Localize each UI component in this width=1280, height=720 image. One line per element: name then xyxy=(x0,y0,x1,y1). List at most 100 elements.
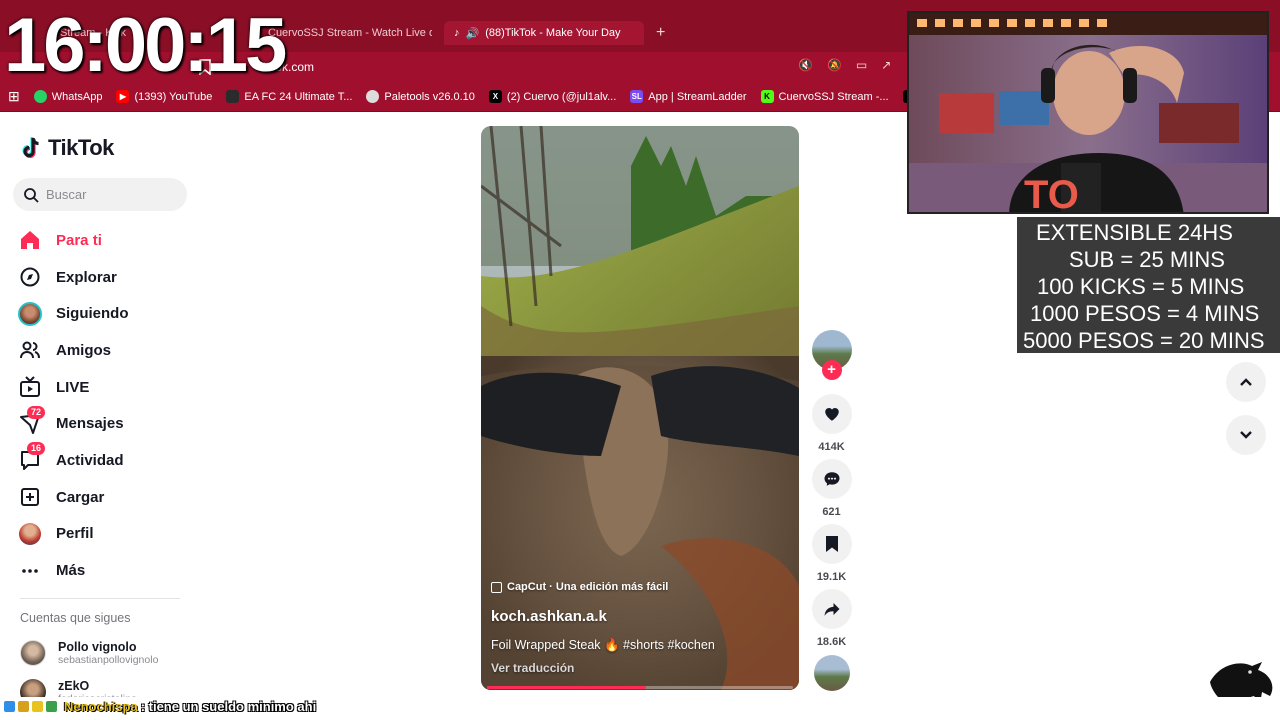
info-line: EXTENSIBLE 24HS xyxy=(1036,220,1233,245)
sidebar-item-label: LIVE xyxy=(56,378,90,396)
og-badge-icon xyxy=(32,700,43,712)
profile-avatar-icon xyxy=(18,522,42,546)
subscriber-badge-icon xyxy=(46,700,57,712)
bookmark-label: Paletools v26.0.10 xyxy=(384,90,475,103)
address-bar-icons: 🔇 🔕 ▭ ↗ xyxy=(798,58,891,72)
sidebar-item-actividad[interactable]: 16 Actividad xyxy=(18,442,198,479)
bookmark-whatsapp[interactable]: WhatsApp xyxy=(33,90,103,103)
search-box[interactable] xyxy=(13,178,187,211)
sidebar-item-label: Mensajes xyxy=(56,415,124,433)
more-icon xyxy=(18,559,42,583)
bookmark-label: WhatsApp xyxy=(51,90,103,103)
following-account[interactable]: Pollo vignolo sebastianpollovignolo xyxy=(20,640,158,666)
comment-button[interactable] xyxy=(811,459,852,499)
bookmark-ea-fc[interactable]: EA FC 24 Ultimate T... xyxy=(226,90,352,103)
next-video-button[interactable] xyxy=(1226,415,1266,455)
like-action[interactable]: 414K xyxy=(811,394,852,453)
tab-tiktok[interactable]: ♪ 🔊 (88)TikTok - Make Your Day ✕ xyxy=(444,21,644,45)
globe-icon xyxy=(366,90,380,103)
account-name: zEkO xyxy=(58,679,90,693)
save-count: 19.1K xyxy=(816,571,847,583)
activity-badge: 16 xyxy=(27,442,46,456)
share-button[interactable] xyxy=(811,589,852,629)
sidebar-item-live[interactable]: LIVE xyxy=(18,369,198,406)
video-progress-fill xyxy=(487,686,646,689)
bookmark-label: App | StreamLadder xyxy=(648,90,747,103)
chat-username: Nenochispa xyxy=(64,698,138,714)
sidebar-item-para-ti[interactable]: Para ti xyxy=(18,222,198,259)
bookmark-streamladder[interactable]: SL App | StreamLadder xyxy=(630,90,747,103)
bookmark-x-cuervo[interactable]: X (2) Cuervo (@jul1alv... xyxy=(488,90,616,103)
sidebar-item-explorar[interactable]: Explorar xyxy=(18,259,198,296)
search-icon xyxy=(24,187,39,203)
search-input[interactable] xyxy=(46,187,176,202)
logo-text: TikTok xyxy=(48,135,114,160)
bookmark-paletools[interactable]: Paletools v26.0.10 xyxy=(366,90,475,103)
comment-action[interactable]: 621 xyxy=(811,459,852,518)
share-arrow-icon xyxy=(824,603,839,616)
bookmark-kick-stream[interactable]: K CuervoSSJ Stream -... xyxy=(760,90,889,103)
vip-badge-icon xyxy=(18,700,29,712)
info-line: 1000 PESOS = 4 MINS xyxy=(1030,301,1260,326)
x-icon: X xyxy=(488,90,502,103)
capcut-icon xyxy=(491,581,502,593)
creator-avatar-group[interactable]: + xyxy=(811,330,852,380)
compass-icon xyxy=(18,265,42,289)
sidebar-item-label: Más xyxy=(56,562,86,580)
follow-plus-icon[interactable]: + xyxy=(821,360,842,380)
notifications-off-icon[interactable]: 🔕 xyxy=(827,58,842,72)
tiktok-note-icon xyxy=(22,137,39,159)
video-caption: Foil Wrapped Steak 🔥 #shorts #kochen xyxy=(491,638,715,652)
subathon-info-box: EXTENSIBLE 24HS SUB = 25 MINS 100 KICKS … xyxy=(1017,217,1280,353)
info-line: 100 KICKS = 5 MINS xyxy=(1037,274,1245,299)
webcam-overlay: TO xyxy=(907,11,1269,214)
mute-icon[interactable]: 🔇 xyxy=(798,58,813,72)
bookmark-label: (1393) YouTube xyxy=(134,90,213,103)
share-count: 18.6K xyxy=(816,636,847,648)
sidebar-item-mensajes[interactable]: 72 Mensajes xyxy=(18,405,198,442)
tab-label: CuervoSSJ Stream - Watch Live on xyxy=(268,27,432,39)
svg-text:TO: TO xyxy=(1024,173,1079,214)
sidebar-item-siguiendo[interactable]: Siguiendo xyxy=(18,295,198,332)
bookmark-youtube[interactable]: ▶ (1393) YouTube xyxy=(116,90,212,103)
avatar xyxy=(813,655,850,691)
tab-cuervossj-stream[interactable]: CuervoSSJ Stream - Watch Live on xyxy=(262,21,432,45)
messages-icon: 72 xyxy=(18,405,46,436)
share-action[interactable]: 18.6K xyxy=(811,589,852,648)
sidebar-item-cargar[interactable]: Cargar xyxy=(18,479,198,516)
sidebar-item-label: Perfil xyxy=(56,525,94,543)
messages-badge: 72 xyxy=(27,405,46,419)
sidebar-item-label: Para ti xyxy=(56,231,102,249)
chevron-up-icon xyxy=(1240,378,1252,386)
tiktok-logo[interactable]: TikTok xyxy=(20,135,114,161)
moderator-badge-icon xyxy=(4,700,15,712)
save-button[interactable] xyxy=(811,524,852,564)
cast-icon[interactable]: ▭ xyxy=(856,58,867,72)
kick-icon: K xyxy=(760,90,774,103)
ea-icon xyxy=(226,90,240,103)
sidebar-divider xyxy=(20,598,180,599)
video-author[interactable]: koch.ashkan.a.k xyxy=(491,608,607,625)
save-action[interactable]: 19.1K xyxy=(811,524,852,583)
upload-icon xyxy=(18,485,42,509)
account-handle: sebastianpollovignolo xyxy=(58,654,159,666)
apps-grid-icon[interactable]: ⊞ xyxy=(8,88,20,105)
share-icon[interactable]: ↗ xyxy=(881,58,891,72)
video-player[interactable] xyxy=(481,126,799,690)
comment-count: 621 xyxy=(822,506,841,518)
like-button[interactable] xyxy=(811,394,852,434)
next-creator-avatar[interactable] xyxy=(811,655,852,691)
sidebar-item-amigos[interactable]: Amigos xyxy=(18,332,198,369)
video-frame-image xyxy=(481,126,799,690)
translate-link[interactable]: Ver traducción xyxy=(491,661,574,675)
new-tab-button[interactable]: + xyxy=(656,24,665,42)
home-icon xyxy=(18,228,42,252)
like-count: 414K xyxy=(818,441,845,453)
capcut-label: CapCut · Una edición más fácil xyxy=(507,581,669,593)
sidebar-item-label: Siguiendo xyxy=(56,305,129,323)
previous-video-button[interactable] xyxy=(1226,362,1266,402)
capcut-tag[interactable]: CapCut · Una edición más fácil xyxy=(491,581,668,593)
sidebar-item-mas[interactable]: Más xyxy=(18,552,198,589)
bookmark-label: EA FC 24 Ultimate T... xyxy=(244,90,353,103)
sidebar-item-perfil[interactable]: Perfil xyxy=(18,516,198,553)
